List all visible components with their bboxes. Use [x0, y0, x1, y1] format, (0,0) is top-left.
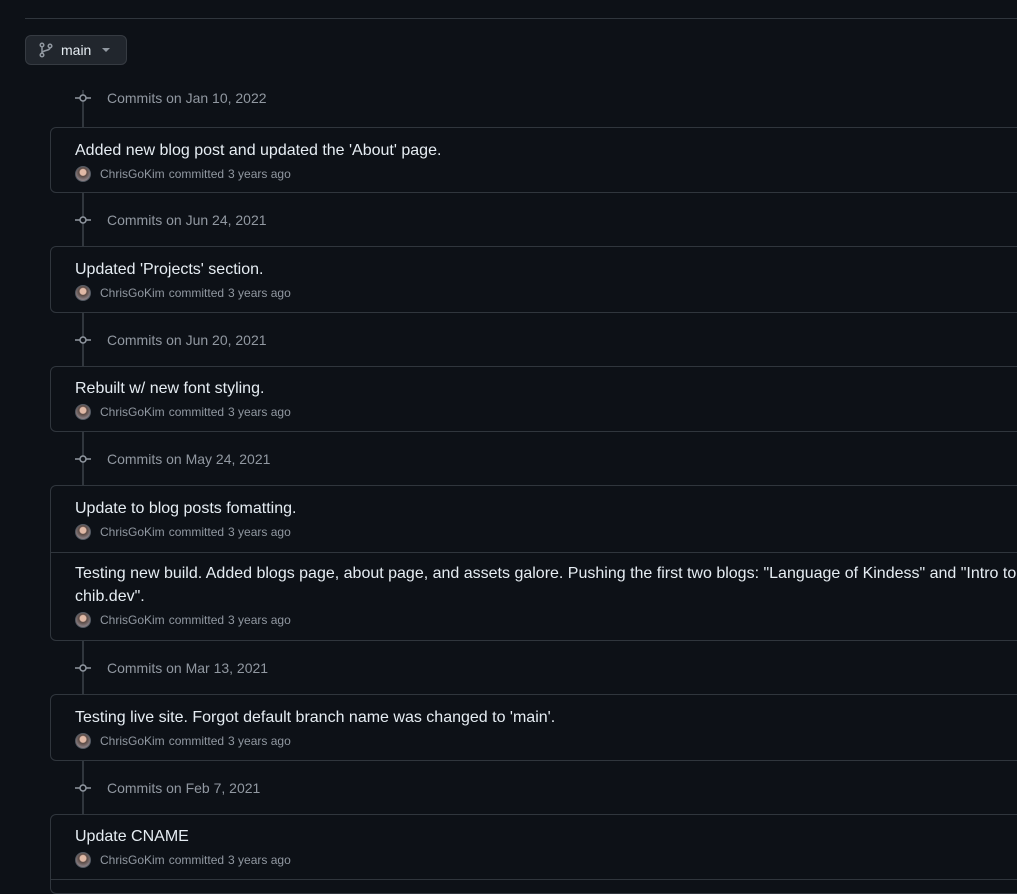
commit-author-link[interactable]: ChrisGoKim [100, 853, 165, 867]
commit-meta: ChrisGoKim committed 3 years ago [75, 524, 1017, 540]
commit-message-link[interactable]: Update to blog posts fomatting. [75, 497, 1017, 520]
commit-time: 3 years ago [228, 525, 291, 539]
commit-time: 3 years ago [228, 853, 291, 867]
commit-meta: ChrisGoKim committed 3 years ago [75, 285, 1017, 301]
commit-time: 3 years ago [228, 286, 291, 300]
git-commit-icon [75, 336, 91, 344]
commit-message-link[interactable]: Added new blog post and updated the 'Abo… [75, 139, 1017, 162]
avatar[interactable] [75, 612, 91, 628]
commit-row: Update to blog posts fomatting. ChrisGoK… [51, 486, 1017, 552]
commit-action: committed [168, 525, 225, 539]
avatar[interactable] [75, 733, 91, 749]
git-commit-icon [75, 216, 91, 224]
commit-author-link[interactable]: ChrisGoKim [100, 167, 165, 181]
commit-author-link[interactable]: ChrisGoKim [100, 525, 165, 539]
branch-name: main [61, 42, 92, 58]
commit-author-link[interactable]: ChrisGoKim [100, 734, 165, 748]
commit-group-header: Commits on Jun 24, 2021 [75, 210, 267, 230]
commit-author-link[interactable]: ChrisGoKim [100, 613, 165, 627]
commit-author-link[interactable]: ChrisGoKim [100, 286, 165, 300]
chevron-down-icon [102, 48, 111, 52]
git-branch-icon [39, 42, 53, 58]
git-commit-icon [75, 455, 91, 463]
commit-row: Testing new build. Added blogs page, abo… [51, 552, 1017, 640]
commit-row: Testing live site. Forgot default branch… [51, 695, 1017, 760]
commit-row: Update CNAME ChrisGoKim committed 3 year… [51, 815, 1017, 880]
commit-row: Updated 'Projects' section. ChrisGoKim c… [51, 247, 1017, 312]
commit-time: 3 years ago [228, 405, 291, 419]
commit-action: committed [168, 734, 225, 748]
avatar[interactable] [75, 404, 91, 420]
commit-message-link[interactable]: Testing new build. Added blogs page, abo… [75, 562, 1017, 608]
commit-list-box: Updated 'Projects' section. ChrisGoKim c… [50, 246, 1017, 313]
commit-group-header: Commits on Feb 7, 2021 [75, 778, 260, 798]
commit-time: 3 years ago [228, 613, 291, 627]
commit-list-box: Update CNAME ChrisGoKim committed 3 year… [50, 814, 1017, 894]
commit-list-box: Update to blog posts fomatting. ChrisGoK… [50, 485, 1017, 641]
commit-group-date: Commits on Jun 24, 2021 [107, 212, 267, 228]
commit-time: 3 years ago [228, 167, 291, 181]
commit-author-link[interactable]: ChrisGoKim [100, 405, 165, 419]
commit-group-header: Commits on May 24, 2021 [75, 449, 270, 469]
avatar[interactable] [75, 524, 91, 540]
commit-action: committed [168, 167, 225, 181]
page-title: Commits [25, 0, 120, 8]
commit-action: committed [168, 613, 225, 627]
commit-group-date: Commits on Mar 13, 2021 [107, 660, 269, 676]
commit-group-header: Commits on Mar 13, 2021 [75, 658, 268, 678]
commit-group-date: Commits on Jun 20, 2021 [107, 332, 267, 348]
commit-row: Rebuilt w/ new font styling. ChrisGoKim … [51, 367, 1017, 431]
git-commit-icon [75, 94, 91, 102]
commit-group-date: Commits on May 24, 2021 [107, 451, 271, 467]
commit-group-date: Commits on Jan 10, 2022 [107, 90, 267, 106]
commit-message-link[interactable]: Rebuilt w/ new font styling. [75, 377, 1017, 400]
commit-message-link[interactable]: Testing live site. Forgot default branch… [75, 706, 1017, 729]
branch-selector-button[interactable]: main [25, 35, 127, 65]
commit-meta: ChrisGoKim committed 3 years ago [75, 612, 1017, 628]
commit-group-header: Commits on Jun 20, 2021 [75, 330, 267, 350]
commit-row: Added new blog post and updated the 'Abo… [51, 128, 1017, 192]
title-divider [25, 18, 1017, 19]
commit-meta: ChrisGoKim committed 3 years ago [75, 852, 1017, 868]
avatar[interactable] [75, 166, 91, 182]
git-commit-icon [75, 784, 91, 792]
commit-message-link[interactable]: Updated 'Projects' section. [75, 258, 1017, 281]
commit-action: committed [168, 853, 225, 867]
commit-meta: ChrisGoKim committed 3 years ago [75, 404, 1017, 420]
avatar[interactable] [75, 285, 91, 301]
commit-group-date: Commits on Feb 7, 2021 [107, 780, 261, 796]
commit-list-box: Testing live site. Forgot default branch… [50, 694, 1017, 761]
git-commit-icon [75, 664, 91, 672]
commit-action: committed [168, 405, 225, 419]
avatar[interactable] [75, 852, 91, 868]
commit-action: committed [168, 286, 225, 300]
commit-meta: ChrisGoKim committed 3 years ago [75, 733, 1017, 749]
commit-time: 3 years ago [228, 734, 291, 748]
commit-message-link[interactable]: Update CNAME [75, 825, 1017, 848]
commit-group-header: Commits on Jan 10, 2022 [75, 88, 267, 108]
commit-list-box: Added new blog post and updated the 'Abo… [50, 127, 1017, 193]
commit-list-box: Rebuilt w/ new font styling. ChrisGoKim … [50, 366, 1017, 432]
commit-meta: ChrisGoKim committed 3 years ago [75, 166, 1017, 182]
